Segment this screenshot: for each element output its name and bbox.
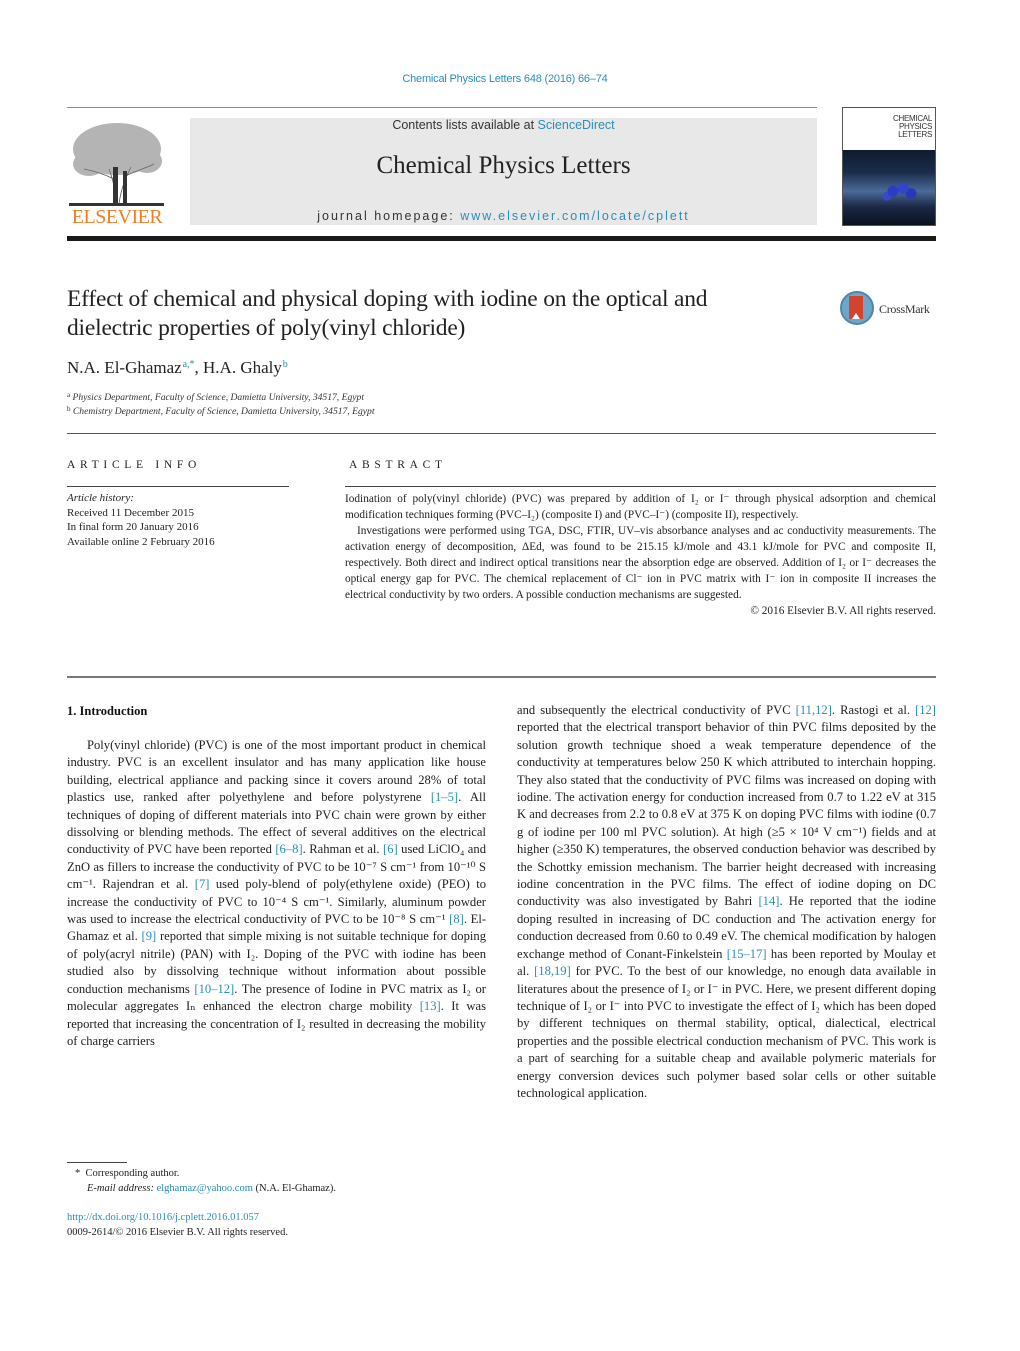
citation-link[interactable]: [15–17] [727, 947, 767, 961]
section-heading-introduction: 1. Introduction [67, 704, 148, 718]
cover-title-line: LETTERS [898, 130, 932, 139]
body-column-left: Poly(vinyl chloride) (PVC) is one of the… [67, 737, 486, 1050]
contents-line: Contents lists available at ScienceDirec… [190, 118, 817, 132]
final-form-date: In final form 20 January 2016 [67, 521, 199, 533]
body-column-right: and subsequently the electrical conducti… [517, 702, 936, 1102]
citation-link[interactable]: [14] [758, 894, 779, 908]
citation-link[interactable]: [9] [142, 929, 157, 943]
cover-header: CHEMICAL PHYSICS LETTERS [843, 108, 935, 150]
title-line: dielectric properties of poly(vinyl chlo… [67, 315, 466, 341]
footnote-line: * Corresponding author. [75, 1167, 336, 1182]
section-divider [67, 433, 936, 434]
body-paragraph: Poly(vinyl chloride) (PVC) is one of the… [67, 738, 487, 1048]
affiliation: b Chemistry Department, Faculty of Scien… [67, 405, 375, 417]
citation-link[interactable]: [10–12] [194, 982, 234, 996]
available-online-date: Available online 2 February 2016 [67, 535, 215, 548]
affiliation-text: Physics Department, Faculty of Science, … [72, 392, 364, 403]
crossmark-notch [852, 313, 860, 319]
homepage-prefix: journal homepage: [317, 209, 461, 223]
email-owner: (N.A. El-Ghamaz). [252, 1182, 336, 1194]
citation-link[interactable]: [11,12] [796, 703, 832, 717]
body-paragraph: and subsequently the electrical conducti… [517, 703, 937, 1100]
molecule-graphic [881, 178, 921, 204]
abstract-bottom-rule [67, 676, 936, 678]
citation-link[interactable]: [1–5] [431, 790, 458, 804]
title-line: Effect of chemical and physical doping w… [67, 286, 708, 312]
journal-homepage-link[interactable]: www.elsevier.com/locate/cplett [460, 209, 690, 223]
abstract-copyright: © 2016 Elsevier B.V. All rights reserved… [750, 605, 936, 617]
cover-title: CHEMICAL PHYSICS LETTERS [893, 115, 932, 139]
citation-link[interactable]: [6] [383, 842, 398, 856]
email-label: E-mail address: [87, 1182, 157, 1194]
doi-block: http://dx.doi.org/10.1016/j.cplett.2016.… [67, 1211, 288, 1240]
abstract-paragraph: Investigations were performed using TGA,… [345, 525, 936, 601]
header-rule [67, 107, 817, 108]
affiliation: a Physics Department, Faculty of Science… [67, 391, 364, 403]
article-history: Article history: Received 11 December 20… [67, 491, 215, 549]
author-list: N.A. El-Ghamaz a,*, H.A. Ghaly b [67, 358, 288, 378]
citation-link[interactable]: [6–8] [275, 842, 302, 856]
citation-link[interactable]: [8] [449, 912, 464, 926]
citation-link[interactable]: [12] [915, 703, 936, 717]
abstract-heading: ABSTRACT [349, 459, 447, 471]
journal-citation-link[interactable]: Chemical Physics Letters 648 (2016) 66–7… [0, 73, 1010, 85]
journal-cover-thumbnail[interactable]: CHEMICAL PHYSICS LETTERS [842, 107, 936, 226]
email-link[interactable]: elghamaz@yahoo.com [157, 1183, 253, 1194]
article-title: Effect of chemical and physical doping w… [67, 285, 827, 343]
email-line: E-mail address: elghamaz@yahoo.com (N.A.… [75, 1182, 336, 1197]
abstract-body: Iodination of poly(vinyl chloride) (PVC)… [345, 491, 936, 619]
article-info-heading: ARTICLE INFO [67, 459, 201, 471]
header-thick-rule [67, 236, 936, 241]
elsevier-logo[interactable]: ELSEVIER [67, 117, 167, 229]
homepage-line: journal homepage: www.elsevier.com/locat… [190, 209, 817, 223]
journal-title: Chemical Physics Letters [376, 152, 631, 179]
author-name[interactable]: H.A. Ghaly [203, 358, 282, 377]
corresponding-label: Corresponding author. [85, 1168, 180, 1179]
cover-image [843, 150, 935, 225]
footnote-rule [67, 1162, 127, 1163]
author-name[interactable]: N.A. El-Ghamaz [67, 358, 182, 377]
citation-link[interactable]: [13] [420, 999, 441, 1013]
author-affiliation-marks[interactable]: a,* [182, 359, 195, 370]
sciencedirect-link[interactable]: ScienceDirect [538, 118, 615, 132]
affiliation-text: Chemistry Department, Faculty of Science… [72, 406, 375, 417]
corresponding-author-footnote: * Corresponding author. E-mail address: … [75, 1167, 336, 1196]
abstract-paragraph: Iodination of poly(vinyl chloride) (PVC)… [345, 493, 936, 521]
author-separator: , [194, 358, 204, 377]
history-label: Article history: [67, 492, 134, 504]
citation-link[interactable]: [18,19] [534, 964, 571, 978]
journal-banner: Contents lists available at ScienceDirec… [190, 118, 817, 225]
abstract-rule [345, 486, 936, 487]
received-date: Received 11 December 2015 [67, 506, 194, 519]
crossmark-button[interactable]: CrossMark [840, 291, 940, 329]
article-info-rule [67, 486, 289, 487]
footnote-mark: * [75, 1168, 81, 1179]
tree-icon [69, 123, 164, 206]
author-affiliation-marks[interactable]: b [282, 359, 288, 370]
contents-prefix: Contents lists available at [392, 118, 538, 132]
elsevier-wordmark: ELSEVIER [71, 206, 163, 228]
issn-copyright: 0009-2614/© 2016 Elsevier B.V. All right… [67, 1226, 288, 1238]
crossmark-label: CrossMark [879, 302, 930, 316]
citation-link[interactable]: [7] [195, 877, 210, 891]
affiliation-mark: a [67, 391, 71, 399]
doi-link[interactable]: http://dx.doi.org/10.1016/j.cplett.2016.… [67, 1212, 259, 1223]
affiliation-mark: b [67, 405, 71, 413]
